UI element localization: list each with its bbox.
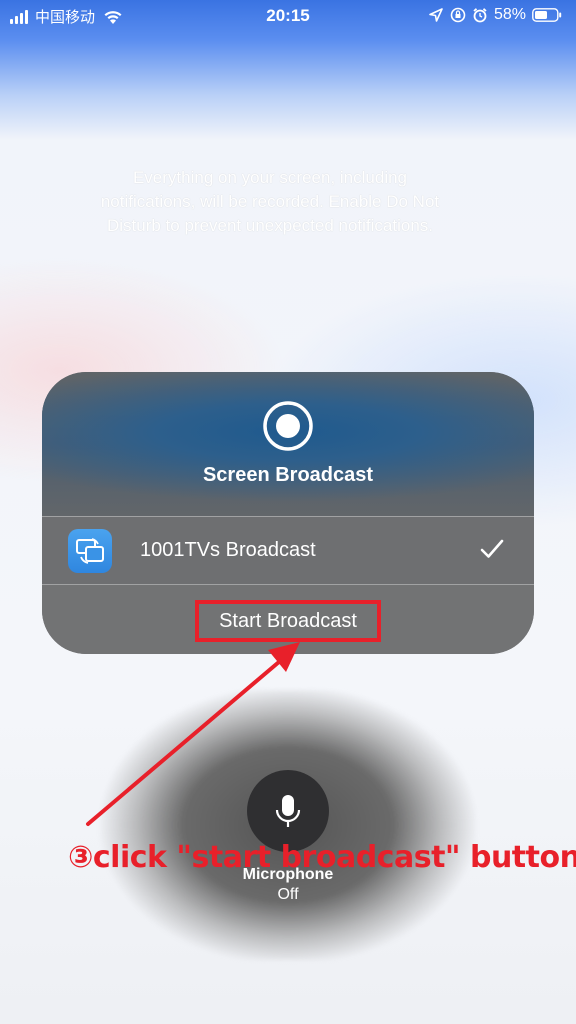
app-icon (68, 529, 112, 573)
alarm-icon (473, 8, 487, 23)
screens-icon (76, 538, 104, 564)
status-bar-right: 58% (428, 6, 562, 24)
battery-icon (532, 8, 562, 22)
start-broadcast-row: Start Broadcast (42, 585, 534, 654)
microphone-state: Off (277, 886, 299, 903)
microphone-icon (275, 795, 301, 827)
screen-broadcast-panel: Screen Broadcast 1001TVs Broadcast Start… (42, 372, 534, 654)
start-broadcast-button[interactable]: Start Broadcast (195, 600, 381, 642)
battery-percent: 58% (493, 6, 526, 23)
panel-header: Screen Broadcast (42, 372, 534, 516)
warning-line-2: notifications, will be recorded. Enable … (100, 192, 440, 211)
checkmark-icon (480, 539, 504, 558)
annotation-instruction: ③click "start broadcast" button (68, 840, 576, 875)
status-bar: 中国移动 20:15 58% (0, 0, 576, 34)
app-name: 1001TVs Broadcast (140, 539, 316, 561)
panel-title: Screen Broadcast (202, 464, 374, 486)
record-icon (263, 401, 313, 451)
warning-line-1: Everything on your screen, including (132, 168, 408, 187)
recording-warning: Everything on your screen, including not… (60, 166, 480, 238)
location-icon (429, 8, 443, 22)
orientation-lock-icon (450, 7, 466, 23)
broadcast-app-option[interactable]: 1001TVs Broadcast (42, 517, 534, 584)
warning-line-3: Disturb to prevent unexpected notificati… (106, 216, 434, 235)
